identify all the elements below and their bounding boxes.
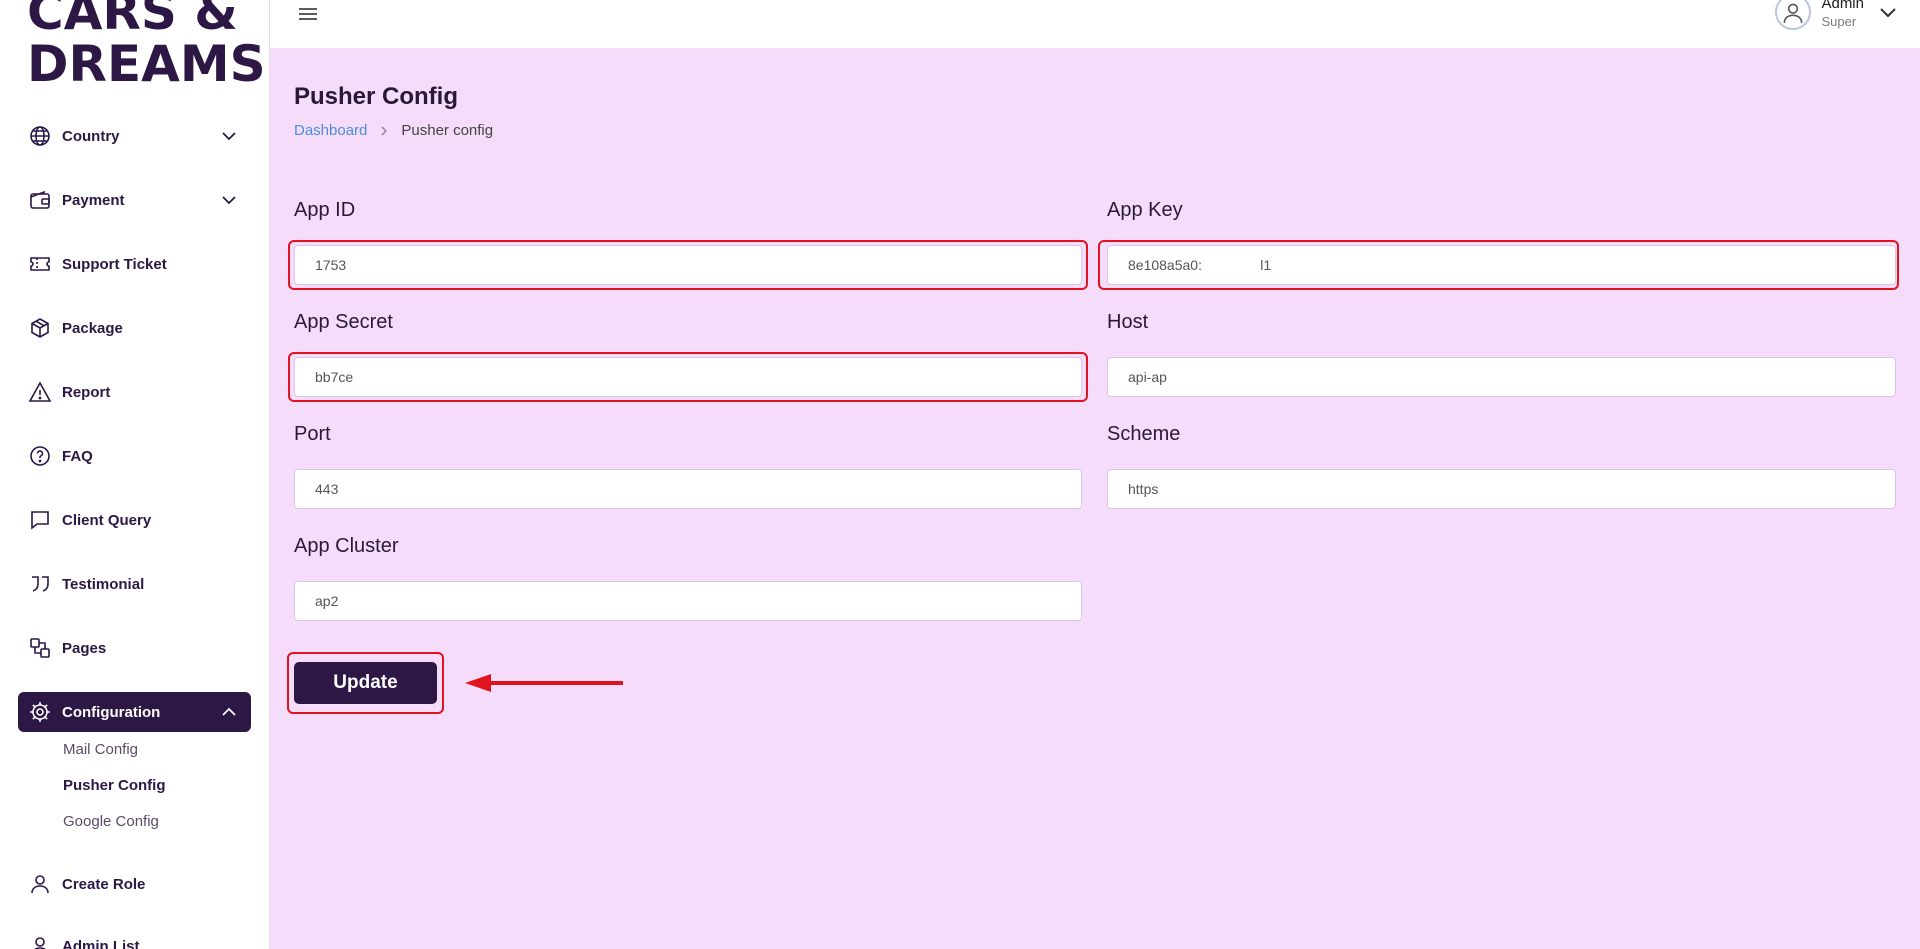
app-key-input[interactable] <box>1107 245 1896 285</box>
annotation-arrow-icon <box>465 674 623 692</box>
sidebar-item-country[interactable]: Country <box>18 116 251 156</box>
avatar <box>1775 0 1812 30</box>
sidebar-item-label: Report <box>62 383 111 401</box>
host-label: Host <box>1107 311 1149 333</box>
port-label: Port <box>294 423 331 445</box>
app-id-input[interactable] <box>294 245 1082 285</box>
gear-icon <box>28 700 52 724</box>
sidebar-item-label: Support Ticket <box>62 255 167 273</box>
sidebar-subitem-mail-config[interactable]: Mail Config <box>63 741 138 758</box>
user-icon <box>28 934 52 949</box>
quote-icon <box>28 572 52 596</box>
sidebar-item-client-query[interactable]: Client Query <box>18 500 251 540</box>
package-icon <box>28 316 52 340</box>
chevron-right-icon <box>381 126 388 135</box>
user-icon <box>28 872 52 896</box>
breadcrumb-home-link[interactable]: Dashboard <box>294 122 367 139</box>
sidebar-item-payment[interactable]: Payment <box>18 180 251 220</box>
sidebar-item-support-ticket[interactable]: Support Ticket <box>18 244 251 284</box>
update-button[interactable]: Update <box>294 662 437 704</box>
user-avatar-icon <box>1783 3 1803 23</box>
app-id-label: App ID <box>294 199 356 221</box>
sidebar-item-testimonial[interactable]: Testimonial <box>18 564 251 604</box>
sidebar-subitem-pusher-config[interactable]: Pusher Config <box>63 777 166 794</box>
chevron-down-icon <box>222 196 236 205</box>
sidebar-item-label: Admin List <box>62 937 140 949</box>
chevron-down-icon <box>222 132 236 141</box>
sidebar-item-label: FAQ <box>62 447 93 465</box>
sidebar-item-label: Pages <box>62 639 107 657</box>
breadcrumb-current: Pusher config <box>401 122 494 139</box>
brand-line-2: DREAMS <box>27 35 266 93</box>
brand-line-1: CARS & <box>27 0 238 41</box>
sidebar-item-package[interactable]: Package <box>18 308 251 348</box>
app-secret-label: App Secret <box>294 311 393 333</box>
sidebar-item-label: Testimonial <box>62 575 145 593</box>
hamburger-menu-icon[interactable] <box>297 5 319 25</box>
chat-icon <box>28 508 52 532</box>
user-name: Admin <box>1821 0 1864 12</box>
sidebar-item-label: Create Role <box>62 875 146 893</box>
sidebar-item-configuration[interactable]: Configuration <box>18 692 251 732</box>
question-icon <box>28 444 52 468</box>
port-input[interactable] <box>294 469 1082 509</box>
app-cluster-label: App Cluster <box>294 535 399 557</box>
sidebar-item-label: Configuration <box>62 703 161 721</box>
brand-logo[interactable]: CARS & DREAMS <box>27 0 266 90</box>
pages-icon <box>28 636 52 660</box>
breadcrumb: Dashboard Pusher config <box>294 122 493 139</box>
user-role: Super <box>1821 14 1857 29</box>
sidebar-item-report[interactable]: Report <box>18 372 251 412</box>
host-input[interactable] <box>1107 357 1896 397</box>
sidebar-item-faq[interactable]: FAQ <box>18 436 251 476</box>
chevron-down-icon <box>1880 8 1896 18</box>
top-bar: Admin Super <box>270 0 1920 48</box>
sidebar-item-label: Package <box>62 319 123 337</box>
sidebar-subitem-google-config[interactable]: Google Config <box>63 813 159 830</box>
app-key-label: App Key <box>1107 199 1183 221</box>
scheme-label: Scheme <box>1107 423 1181 445</box>
app-cluster-input[interactable] <box>294 581 1082 621</box>
user-menu[interactable]: Admin Super <box>1775 0 1898 30</box>
main-content: Pusher Config Dashboard Pusher config Ap… <box>270 48 1920 949</box>
sidebar-item-pages[interactable]: Pages <box>18 628 251 668</box>
scheme-input[interactable] <box>1107 469 1896 509</box>
page-title: Pusher Config <box>294 83 459 110</box>
sidebar-item-create-role[interactable]: Create Role <box>18 864 251 904</box>
wallet-icon <box>28 188 52 212</box>
globe-icon <box>28 124 52 148</box>
sidebar-item-label: Client Query <box>62 511 152 529</box>
warning-icon <box>28 380 52 404</box>
sidebar: CARS & DREAMS Country Payment Support Ti… <box>0 0 270 949</box>
sidebar-item-label: Country <box>62 127 120 145</box>
ticket-icon <box>28 252 52 276</box>
chevron-up-icon <box>222 707 236 716</box>
sidebar-item-label: Payment <box>62 191 125 209</box>
app-secret-input[interactable] <box>294 357 1082 397</box>
sidebar-item-admin-list[interactable]: Admin List <box>18 926 251 949</box>
